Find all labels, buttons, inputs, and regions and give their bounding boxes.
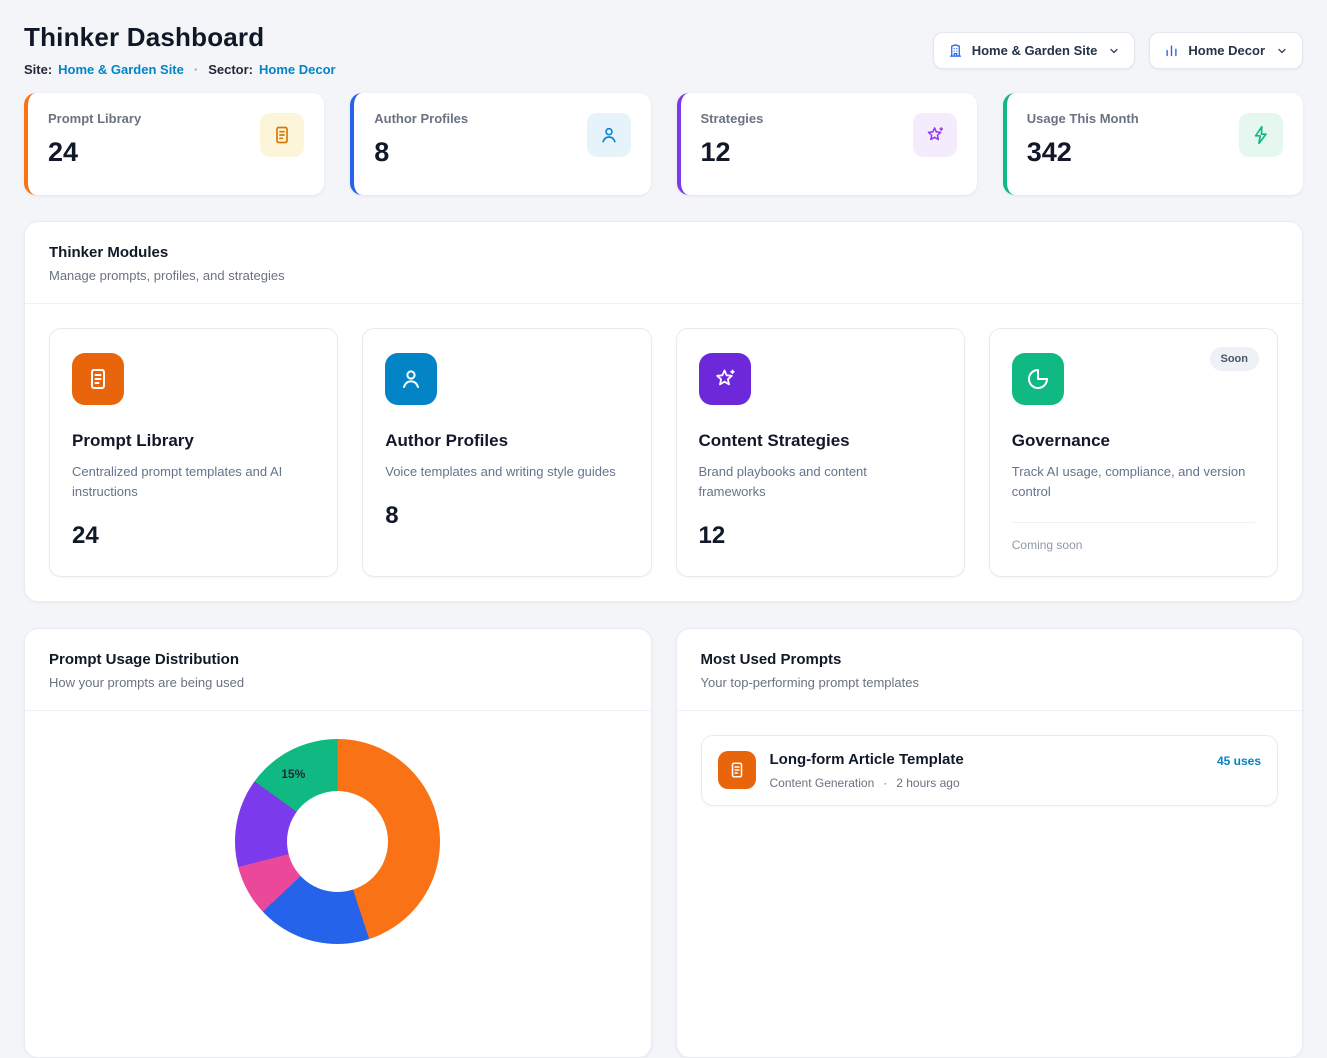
- lightning-icon: [1239, 113, 1283, 157]
- sector-link[interactable]: Home Decor: [259, 62, 336, 77]
- modules-panel-header: Thinker Modules Manage prompts, profiles…: [25, 222, 1302, 303]
- topbar-actions: Home & Garden Site Home Decor: [933, 32, 1303, 69]
- page-title: Thinker Dashboard: [24, 22, 336, 53]
- module-title: Author Profiles: [385, 431, 628, 451]
- most-used-prompts-panel: Most Used Prompts Your top-performing pr…: [676, 628, 1304, 1058]
- prompt-time: 2 hours ago: [896, 776, 959, 790]
- module-card-content-strategies[interactable]: Content Strategies Brand playbooks and c…: [676, 328, 965, 577]
- module-count: 24: [72, 522, 315, 550]
- sector-selector-label: Home Decor: [1188, 43, 1265, 58]
- breadcrumb-separator: ·: [194, 62, 198, 77]
- stat-label: Usage This Month: [1027, 111, 1139, 126]
- usage-distribution-panel: Prompt Usage Distribution How your promp…: [24, 628, 652, 1058]
- prompts-panel-title: Most Used Prompts: [701, 651, 1279, 668]
- modules-title: Thinker Modules: [49, 244, 1278, 261]
- module-description: Centralized prompt templates and AI inst…: [72, 462, 307, 502]
- stat-card-strategies: Strategies 12: [677, 93, 977, 195]
- module-count: 8: [385, 502, 628, 530]
- stat-value: 12: [701, 137, 764, 168]
- stat-label: Author Profiles: [374, 111, 468, 126]
- chevron-down-icon: [1108, 45, 1120, 57]
- module-card-prompt-library[interactable]: Prompt Library Centralized prompt templa…: [49, 328, 338, 577]
- stat-card-usage: Usage This Month 342: [1003, 93, 1303, 195]
- stat-text: Prompt Library 24: [48, 111, 141, 168]
- module-description: Voice templates and writing style guides: [385, 462, 620, 482]
- prompt-meta: Content Generation · 2 hours ago: [770, 776, 1203, 790]
- star-icon: [913, 113, 957, 157]
- document-icon: [260, 113, 304, 157]
- thinker-modules-panel: Thinker Modules Manage prompts, profiles…: [24, 221, 1303, 602]
- stat-text: Strategies 12: [701, 111, 764, 168]
- bar-chart-icon: [1164, 43, 1179, 58]
- stat-value: 24: [48, 137, 141, 168]
- modules-subtitle: Manage prompts, profiles, and strategies: [49, 268, 1278, 283]
- stat-label: Strategies: [701, 111, 764, 126]
- site-selector-dropdown[interactable]: Home & Garden Site: [933, 32, 1136, 69]
- prompt-list-item[interactable]: Long-form Article Template Content Gener…: [701, 735, 1279, 806]
- module-count: 12: [699, 522, 942, 550]
- site-link[interactable]: Home & Garden Site: [58, 62, 184, 77]
- sector-selector-dropdown[interactable]: Home Decor: [1149, 32, 1303, 69]
- usage-panel-subtitle: How your prompts are being used: [49, 675, 627, 690]
- usage-donut-chart: 15%: [235, 739, 440, 944]
- prompt-title: Long-form Article Template: [770, 751, 1203, 768]
- document-icon: [718, 751, 756, 789]
- stat-card-prompt-library: Prompt Library 24: [24, 93, 324, 195]
- module-card-governance[interactable]: Soon Governance Track AI usage, complian…: [989, 328, 1278, 577]
- prompt-uses-badge: 45 uses: [1217, 754, 1261, 768]
- sector-label: Sector:: [208, 62, 253, 77]
- prompt-category: Content Generation: [770, 776, 875, 790]
- stat-card-author-profiles: Author Profiles 8: [350, 93, 650, 195]
- stats-row: Prompt Library 24 Author Profiles 8 Stra…: [24, 93, 1303, 195]
- stat-value: 342: [1027, 137, 1139, 168]
- site-label: Site:: [24, 62, 52, 77]
- person-icon: [587, 113, 631, 157]
- prompts-panel-header: Most Used Prompts Your top-performing pr…: [677, 629, 1303, 710]
- module-title: Governance: [1012, 431, 1255, 451]
- site-selector-label: Home & Garden Site: [972, 43, 1098, 58]
- document-icon: [72, 353, 124, 405]
- modules-grid: Prompt Library Centralized prompt templa…: [25, 304, 1302, 601]
- donut-segment-label: 15%: [281, 767, 305, 781]
- stat-label: Prompt Library: [48, 111, 141, 126]
- person-icon: [385, 353, 437, 405]
- donut-chart-area: 15%: [25, 711, 651, 944]
- module-description: Brand playbooks and content frameworks: [699, 462, 934, 502]
- soon-badge: Soon: [1210, 347, 1260, 371]
- stat-text: Author Profiles 8: [374, 111, 468, 168]
- title-block: Thinker Dashboard Site: Home & Garden Si…: [24, 22, 336, 77]
- usage-panel-header: Prompt Usage Distribution How your promp…: [25, 629, 651, 710]
- prompts-panel-subtitle: Your top-performing prompt templates: [701, 675, 1279, 690]
- stat-value: 8: [374, 137, 468, 168]
- stat-text: Usage This Month 342: [1027, 111, 1139, 168]
- star-icon: [699, 353, 751, 405]
- breadcrumb: Site: Home & Garden Site · Sector: Home …: [24, 62, 336, 77]
- building-icon: [948, 43, 963, 58]
- module-title: Content Strategies: [699, 431, 942, 451]
- module-title: Prompt Library: [72, 431, 315, 451]
- topbar: Thinker Dashboard Site: Home & Garden Si…: [24, 0, 1303, 77]
- module-description: Track AI usage, compliance, and version …: [1012, 462, 1247, 502]
- divider: [1012, 522, 1255, 523]
- prompt-info: Long-form Article Template Content Gener…: [770, 751, 1203, 790]
- bottom-row: Prompt Usage Distribution How your promp…: [24, 628, 1303, 1058]
- pie-chart-icon: [1012, 353, 1064, 405]
- divider: [677, 710, 1303, 711]
- usage-panel-title: Prompt Usage Distribution: [49, 651, 627, 668]
- coming-soon-label: Coming soon: [1012, 538, 1255, 552]
- chevron-down-icon: [1276, 45, 1288, 57]
- thinker-dashboard-page: Thinker Dashboard Site: Home & Garden Si…: [0, 0, 1327, 1058]
- meta-separator: ·: [883, 776, 887, 790]
- module-card-author-profiles[interactable]: Author Profiles Voice templates and writ…: [362, 328, 651, 577]
